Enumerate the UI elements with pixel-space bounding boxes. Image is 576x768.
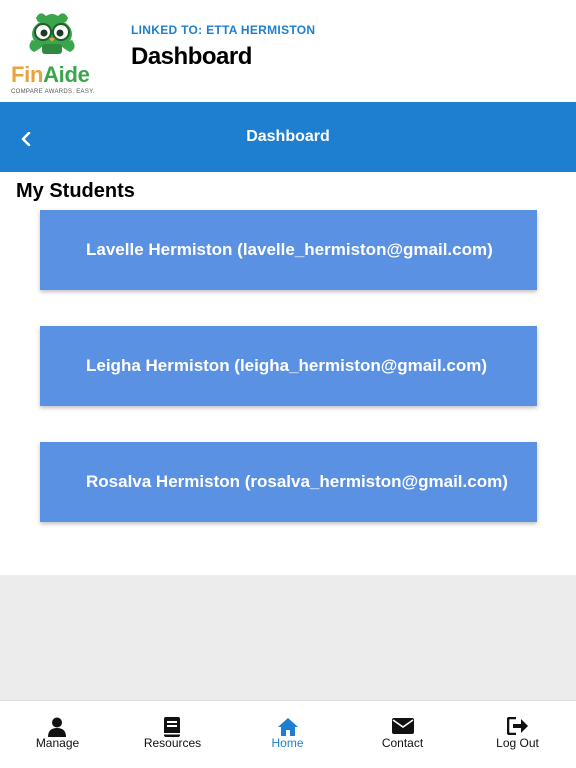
logo-fin: Fin	[11, 62, 44, 87]
logout-icon	[507, 717, 528, 735]
navigation-bar: Dashboard	[0, 102, 576, 172]
tab-home[interactable]: Home	[230, 701, 345, 768]
owl-mascot-icon	[29, 13, 75, 54]
user-icon	[48, 717, 66, 737]
tab-home-label: Home	[271, 736, 304, 750]
finaide-logo: FinAide COMPARE AWARDS. EASY.	[8, 8, 98, 95]
tab-resources-label: Resources	[143, 736, 202, 750]
bottom-tab-bar: Manage Resources Home Contact Log Out	[0, 700, 576, 768]
book-icon	[164, 717, 180, 737]
tab-resources[interactable]: Resources	[115, 701, 230, 768]
envelope-icon	[392, 718, 414, 734]
tab-contact[interactable]: Contact	[345, 701, 460, 768]
linked-to-label: LINKED TO: ETTA HERMISTON	[131, 23, 316, 37]
tab-log-out-label: Log Out	[496, 736, 539, 750]
tab-contact-label: Contact	[381, 736, 424, 750]
tab-log-out[interactable]: Log Out	[460, 701, 575, 768]
my-students-heading: My Students	[16, 180, 135, 202]
logo-wordmark: FinAide	[11, 62, 90, 88]
student-card[interactable]: Rosalva Hermiston (rosalva_hermiston@gma…	[40, 442, 537, 522]
empty-background-area	[0, 575, 576, 700]
logo-tagline: COMPARE AWARDS. EASY.	[11, 89, 95, 95]
home-icon	[278, 718, 298, 736]
student-card[interactable]: Lavelle Hermiston (lavelle_hermiston@gma…	[40, 210, 537, 290]
page-title: Dashboard	[131, 43, 252, 70]
students-panel: My Students Lavelle Hermiston (lavelle_h…	[0, 172, 576, 575]
logo-aide: Aide	[43, 62, 90, 87]
nav-title: Dashboard	[246, 128, 330, 145]
top-header: FinAide COMPARE AWARDS. EASY. LINKED TO:…	[0, 0, 576, 102]
student-card[interactable]: Leigha Hermiston (leigha_hermiston@gmail…	[40, 326, 537, 406]
tab-manage-label: Manage	[35, 736, 80, 750]
tab-manage[interactable]: Manage	[0, 701, 115, 768]
